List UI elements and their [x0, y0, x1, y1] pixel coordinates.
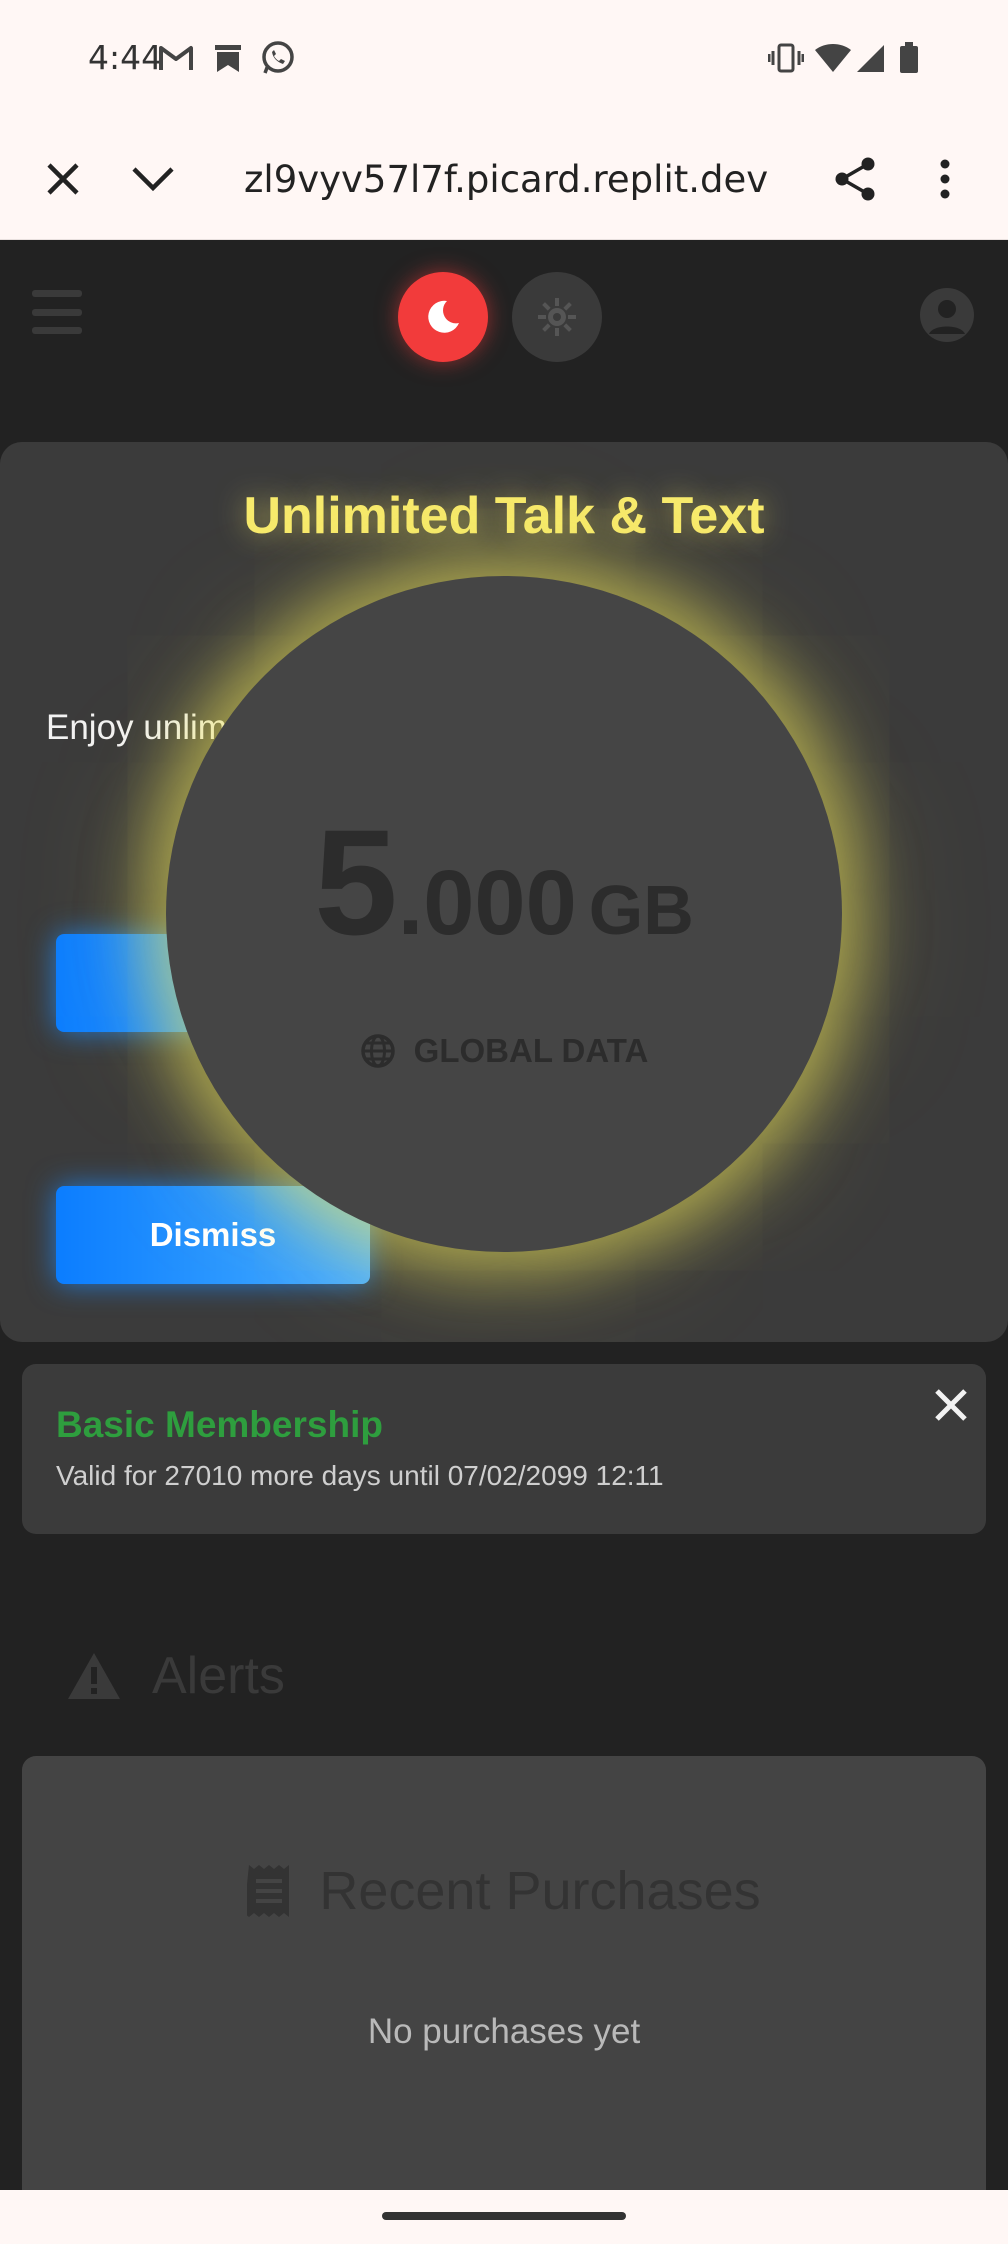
plan-description: Enjoy unlim	[46, 708, 227, 747]
status-bar: 4:44	[0, 0, 1008, 118]
chevron-down-icon	[132, 167, 174, 192]
dark-theme-button[interactable]	[398, 272, 488, 362]
receipt-icon	[247, 1865, 290, 1917]
sun-icon	[538, 298, 576, 336]
data-integer: 5	[314, 798, 398, 966]
plan-title: Unlimited Talk & Text	[243, 487, 765, 545]
dismiss-button[interactable]: Dismiss	[56, 1186, 370, 1284]
minimize-button[interactable]	[120, 146, 186, 212]
user-icon	[929, 300, 965, 334]
share-icon	[835, 157, 875, 201]
warning-icon	[68, 1653, 120, 1699]
alerts-header: Alerts	[66, 1646, 285, 1706]
close-tab-button[interactable]	[30, 146, 96, 212]
whatsapp-icon	[260, 38, 296, 78]
home-gesture-handle[interactable]	[382, 2212, 626, 2220]
data-unit: GB	[588, 871, 694, 949]
globe-icon	[360, 1034, 395, 1068]
close-icon	[47, 163, 79, 195]
moon-icon	[428, 300, 459, 333]
plan-card: Unlimited Talk & Text Enjoy unlim Go Dis…	[0, 442, 1008, 1342]
system-nav-bar	[0, 2190, 1008, 2244]
data-decimal: .000	[397, 852, 577, 954]
data-balance-value: 5.000 GB	[166, 796, 842, 969]
url-bar[interactable]: zl9vyv57l7f.picard.replit.dev	[244, 158, 768, 201]
close-icon	[935, 1389, 967, 1421]
profile-button[interactable]	[920, 288, 974, 342]
data-balance-label: GLOBAL DATA	[166, 1032, 842, 1070]
recent-purchases-card: Recent Purchases No purchases yet	[22, 1756, 986, 2244]
recent-purchases-title: Recent Purchases	[319, 1861, 761, 1921]
membership-card: Basic Membership Valid for 27010 more da…	[22, 1364, 986, 1534]
light-theme-button[interactable]	[512, 272, 602, 362]
recent-purchases-header: Recent Purchases	[22, 1860, 986, 1922]
membership-close-button[interactable]	[928, 1382, 974, 1428]
status-time: 4:44	[88, 38, 163, 77]
data-balance-circle: 5.000 GB GLOBAL DATA	[166, 576, 842, 1252]
browser-toolbar: zl9vyv57l7f.picard.replit.dev	[0, 118, 1008, 240]
more-options-button[interactable]	[912, 146, 978, 212]
more-vertical-icon	[940, 159, 950, 199]
gmail-icon	[158, 38, 194, 78]
data-label-text: GLOBAL DATA	[413, 1032, 649, 1069]
vibrate-icon	[768, 38, 804, 78]
alerts-title: Alerts	[152, 1647, 285, 1705]
menu-icon	[32, 290, 82, 297]
membership-title: Basic Membership	[56, 1404, 383, 1445]
bookmark-icon	[212, 38, 244, 78]
signal-icon	[856, 38, 886, 78]
wifi-icon	[814, 38, 852, 78]
share-button[interactable]	[822, 146, 888, 212]
membership-validity: Valid for 27010 more days until 07/02/20…	[56, 1460, 664, 1491]
battery-icon	[898, 38, 920, 78]
no-purchases-text: No purchases yet	[367, 2012, 641, 2051]
menu-button[interactable]	[32, 290, 82, 334]
